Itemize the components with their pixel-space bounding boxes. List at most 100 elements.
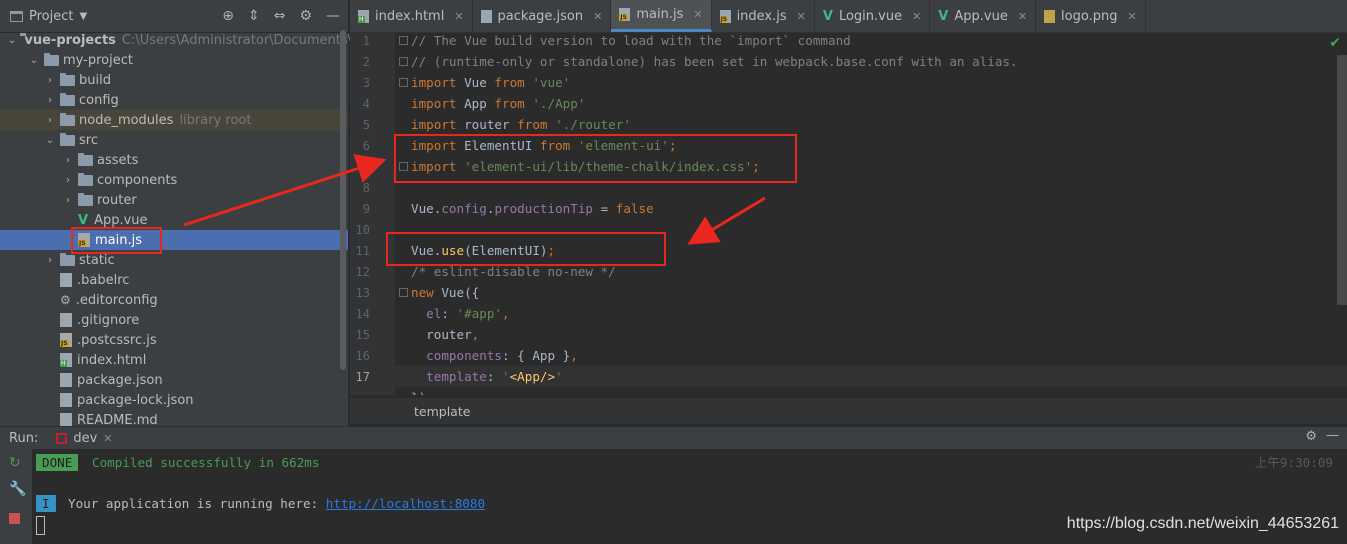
tree-item[interactable]: › assets [0, 150, 348, 170]
editor-tab[interactable]: main.js ✕ [611, 0, 712, 32]
close-icon[interactable]: ✕ [454, 10, 463, 23]
editor-tab[interactable]: package.json ✕ [473, 0, 612, 32]
fold-marker-icon[interactable] [399, 57, 408, 66]
fold-marker-icon[interactable] [399, 288, 408, 297]
file-icon [60, 413, 72, 427]
done-badge: DONE [36, 454, 79, 471]
close-icon[interactable]: ✕ [593, 10, 602, 23]
chevron-right-icon: › [48, 94, 52, 106]
localhost-link[interactable]: http://localhost:8080 [326, 496, 485, 511]
collapse-all-icon[interactable]: ⇔ [274, 8, 286, 24]
tree-item[interactable]: package.json [0, 370, 348, 390]
tree-item[interactable]: V App.vue [0, 210, 348, 230]
close-icon[interactable]: ✕ [912, 10, 921, 23]
tree-item[interactable]: › config [0, 90, 348, 110]
editor-tab[interactable]: index.js ✕ [712, 0, 815, 32]
code-line: new Vue({ [411, 282, 479, 303]
close-icon[interactable]: ✕ [693, 8, 702, 21]
editor-tab-label: index.js [736, 8, 787, 24]
line-number: 5 [362, 118, 370, 132]
tree-item[interactable]: › router [0, 190, 348, 210]
tree-item[interactable]: package-lock.json [0, 390, 348, 410]
code-token: // (runtime-only or standalone) has been… [411, 54, 1018, 69]
timestamp: 上午9:30:09 [1254, 455, 1333, 470]
line-number: 12 [355, 265, 370, 279]
project-view-selector[interactable]: Project ▼ [10, 9, 87, 24]
fold-marker-icon[interactable] [399, 78, 408, 87]
editor-tab-label: logo.png [1061, 8, 1118, 24]
hide-icon[interactable]: — [1326, 428, 1339, 443]
project-scrollbar[interactable] [340, 30, 346, 370]
editor-tab[interactable]: index.html ✕ [350, 0, 473, 32]
gear-icon[interactable]: ⚙ [299, 8, 312, 24]
vue-file-icon: V [78, 212, 89, 228]
tree-item[interactable]: index.html [0, 350, 348, 370]
json-file-icon [480, 9, 492, 23]
file-icon [60, 273, 72, 287]
hide-icon[interactable]: — [326, 8, 340, 24]
code-line: // (runtime-only or standalone) has been… [411, 51, 1018, 72]
html-file-icon [60, 353, 72, 367]
editor-tab[interactable]: V App.vue ✕ [930, 0, 1037, 32]
tree-item[interactable]: › static [0, 250, 348, 270]
tree-item[interactable]: › node_modules library root [0, 110, 348, 130]
code-token: , [570, 348, 578, 363]
chevron-right-icon: › [48, 114, 52, 126]
tree-item[interactable]: main.js [0, 230, 348, 250]
gear-icon[interactable]: ⚙ [1305, 429, 1317, 444]
code-token: Vue({ [441, 285, 480, 300]
tree-item[interactable]: ⌄ my-project [0, 50, 348, 70]
annotation-box-vue-use [386, 232, 666, 266]
code-token: './router' [555, 117, 631, 132]
code-token: new [411, 285, 442, 300]
run-tab-dev[interactable]: dev ✕ [56, 431, 112, 446]
code-token: router [464, 117, 518, 132]
close-icon[interactable]: ✕ [103, 432, 112, 445]
editor-tab[interactable]: logo.png ✕ [1036, 0, 1146, 32]
editor-tab[interactable]: V Login.vue ✕ [815, 0, 931, 32]
folder-icon [60, 132, 75, 146]
tree-item[interactable]: .babelrc [0, 270, 348, 290]
console-cursor [36, 516, 45, 535]
js-file-icon [619, 8, 631, 21]
rerun-icon[interactable]: ↻ [9, 455, 21, 471]
line-number-gutter: 1 2 3 4 5 6 7 8 9 10 11 12 13 14 15 16 17 [350, 33, 395, 395]
line-number: 2 [362, 55, 370, 69]
close-icon[interactable]: ✕ [797, 10, 806, 23]
file-icon [60, 393, 72, 407]
fold-marker-icon[interactable] [399, 36, 408, 45]
tree-item[interactable]: › build [0, 70, 348, 90]
tree-item[interactable]: › components [0, 170, 348, 190]
vue-file-icon: V [822, 8, 833, 24]
tree-item[interactable]: .postcssrc.js [0, 330, 348, 350]
line-number: 4 [362, 97, 370, 111]
line-number: 17 [355, 370, 370, 384]
annotation-box-imports [394, 134, 797, 183]
locate-icon[interactable]: ⊕ [222, 8, 234, 24]
code-token: : [441, 306, 457, 321]
close-icon[interactable]: ✕ [1127, 10, 1136, 23]
stop-icon[interactable] [9, 513, 20, 524]
tree-item[interactable]: ⌄ vue-projects C:\Users\Administrator\Docu… [0, 30, 368, 50]
close-icon[interactable]: ✕ [1018, 10, 1027, 23]
tree-item[interactable]: ⚙ .editorconfig [0, 290, 348, 310]
editor-scrollbar[interactable] [1337, 55, 1347, 305]
chevron-right-icon: › [66, 174, 70, 186]
wrench-icon[interactable]: 🔧 [9, 481, 26, 497]
chevron-right-icon: › [48, 74, 52, 86]
breadcrumb[interactable]: template [350, 398, 1347, 424]
folder-icon [60, 92, 75, 106]
tree-item[interactable]: ⌄ src [0, 130, 348, 150]
code-token: 'vue' [532, 75, 571, 90]
tree-item-label: static [79, 252, 115, 268]
file-icon [60, 313, 72, 327]
code-editor[interactable]: 1 2 3 4 5 6 7 8 9 10 11 12 13 14 15 16 17 // The Vue bui… [350, 33, 1347, 395]
expand-all-icon[interactable]: ⇕ [248, 8, 260, 24]
tree-item-label: src [79, 132, 98, 148]
code-token: : { App } [502, 348, 571, 363]
folder-icon [78, 152, 93, 166]
code-line: Vue.config.productionTip = false [411, 198, 654, 219]
tree-item[interactable]: .gitignore [0, 310, 348, 330]
code-token: from [494, 96, 533, 111]
line-number: 10 [355, 223, 370, 237]
